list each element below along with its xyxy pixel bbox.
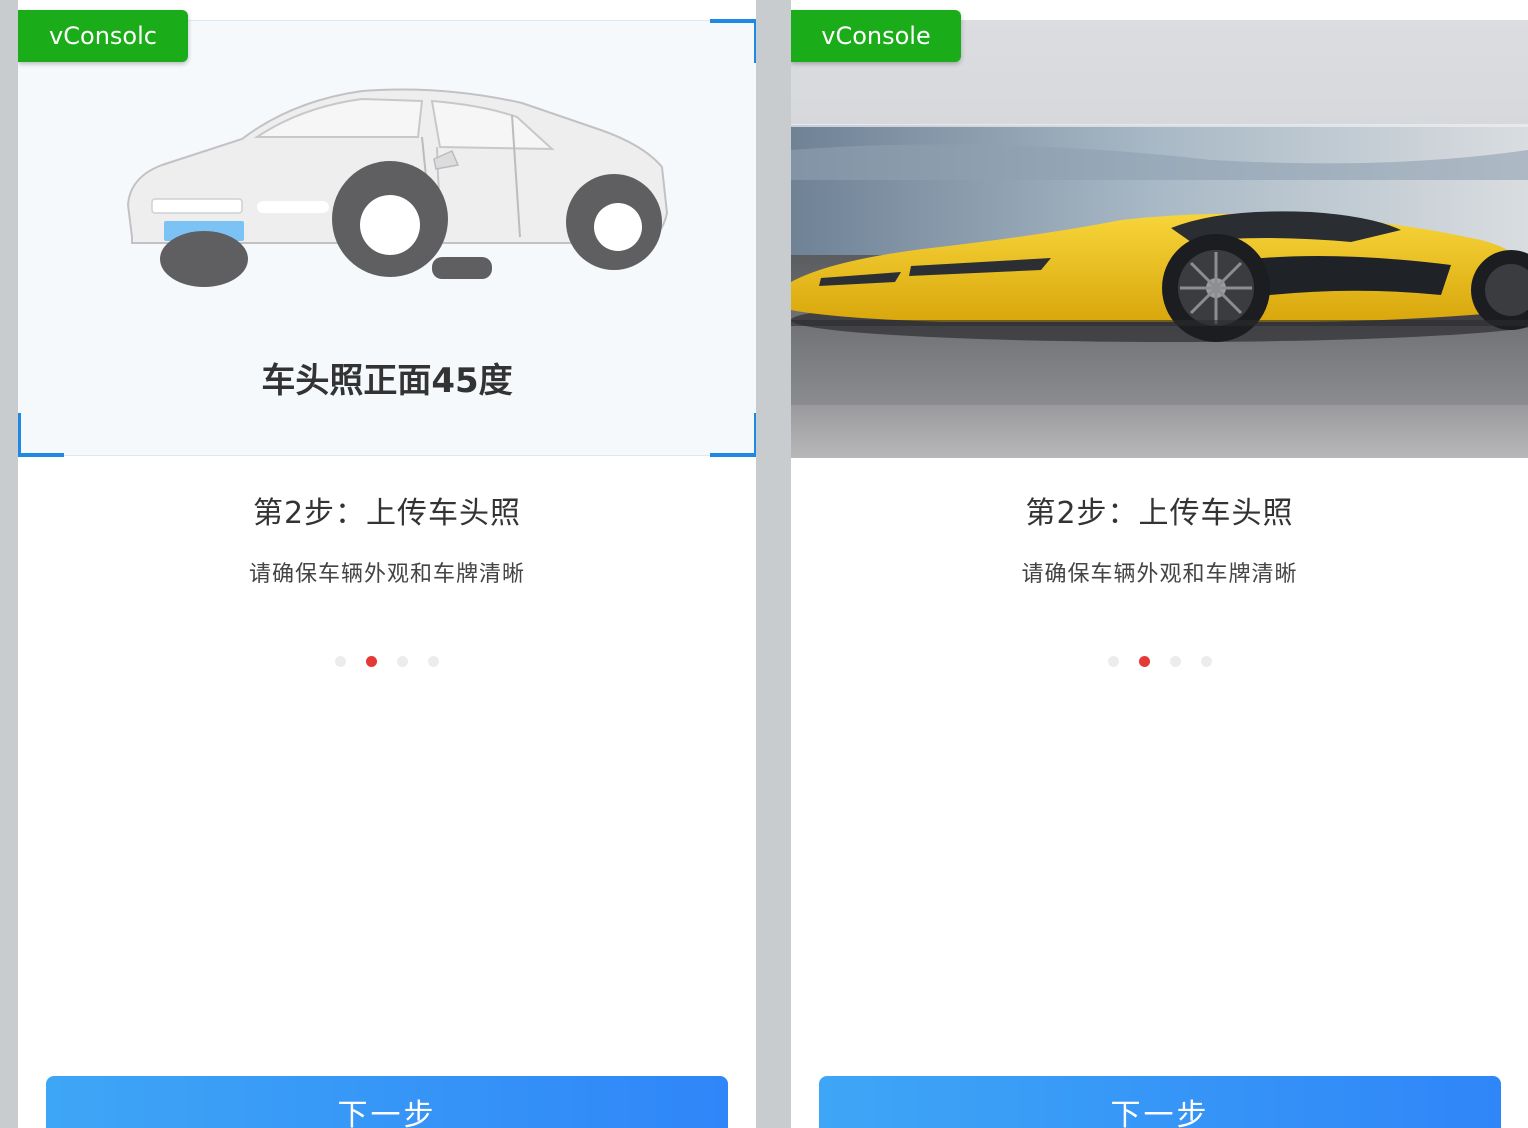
step-title: 第2步：上传车头照 <box>252 496 522 531</box>
step-title: 第2步：上传车头照 <box>1025 496 1294 531</box>
app-stage: vConsolc 车头照正面45度 第2步：上传车头照 请确保车辆外观和车牌清晰… <box>0 0 1528 1128</box>
frame-corner-bottom-right <box>710 453 756 457</box>
left-upload-screen: vConsolc 车头照正面45度 第2步：上传车头照 请确保车辆外观和车牌清晰… <box>18 0 756 1128</box>
frame-corner-bottom-left <box>18 453 64 457</box>
carousel-dot-active[interactable] <box>1138 656 1150 667</box>
next-step-button[interactable]: 下一步 <box>819 1076 1501 1128</box>
frame-corner-bottom-left-vertical <box>18 413 21 457</box>
carousel-dot[interactable] <box>428 656 439 667</box>
next-step-button[interactable]: 下一步 <box>46 1076 728 1128</box>
vconsole-button[interactable]: vConsole <box>791 10 961 62</box>
right-upload-screen: vConsole 第2步：上传车头照 请确保车辆外观和车牌清晰 下一步 <box>791 0 1528 1128</box>
vconsole-button[interactable]: vConsolc <box>18 10 188 62</box>
yellow-sports-car-image <box>791 20 1528 458</box>
frame-corner-top-right-vertical <box>754 19 756 63</box>
guide-caption: 车头照正面45度 <box>261 361 513 401</box>
carousel-dot[interactable] <box>335 656 346 667</box>
carousel-dot[interactable] <box>1200 656 1212 667</box>
photo-guide-panel[interactable]: 车头照正面45度 <box>18 19 756 457</box>
step-description: 请确保车辆外观和车牌清晰 <box>1021 562 1298 587</box>
carousel-dots <box>791 656 1528 667</box>
carousel-dot[interactable] <box>397 656 408 667</box>
carousel-dot[interactable] <box>1169 656 1181 667</box>
carousel-dots <box>18 656 756 667</box>
step-description: 请确保车辆外观和车牌清晰 <box>248 562 525 587</box>
carousel-dot[interactable] <box>1107 656 1119 667</box>
carousel-dot-active[interactable] <box>366 656 377 667</box>
car-front-45-illustration <box>126 88 669 287</box>
uploaded-car-photo[interactable] <box>791 20 1528 458</box>
frame-corner-top-right <box>710 19 756 23</box>
frame-corner-bottom-right-vertical <box>754 413 756 457</box>
